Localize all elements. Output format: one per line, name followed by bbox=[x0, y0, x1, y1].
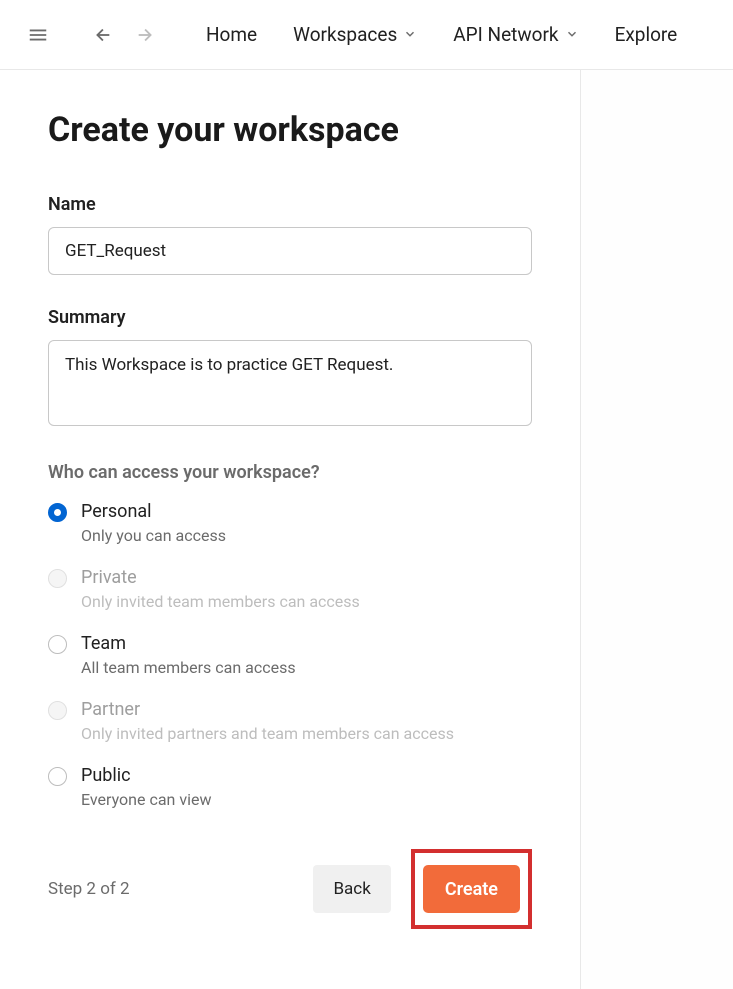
main-content: Create your workspace Name Summary Who c… bbox=[0, 70, 580, 989]
chevron-down-icon bbox=[403, 23, 417, 46]
radio-desc: Only invited partners and team members c… bbox=[81, 724, 454, 743]
nav-api-network[interactable]: API Network bbox=[439, 15, 592, 54]
radio-desc: All team members can access bbox=[81, 658, 296, 677]
radio-title: Public bbox=[81, 765, 211, 786]
radio-title: Personal bbox=[81, 501, 226, 522]
radio-desc: Only you can access bbox=[81, 526, 226, 545]
radio-icon bbox=[48, 701, 67, 720]
nav-home-label: Home bbox=[206, 23, 257, 46]
access-radio-group: Personal Only you can access Private Onl… bbox=[48, 501, 532, 809]
top-navigation: Home Workspaces API Network Explore bbox=[0, 0, 733, 70]
forward-arrow-icon[interactable] bbox=[128, 17, 164, 53]
radio-icon bbox=[48, 767, 67, 786]
radio-title: Partner bbox=[81, 699, 454, 720]
back-arrow-icon[interactable] bbox=[84, 17, 120, 53]
radio-title: Team bbox=[81, 633, 296, 654]
nav-explore-label: Explore bbox=[615, 23, 678, 46]
step-indicator: Step 2 of 2 bbox=[48, 879, 130, 899]
access-option-team[interactable]: Team All team members can access bbox=[48, 633, 532, 677]
radio-icon bbox=[48, 635, 67, 654]
create-highlight-frame: Create bbox=[411, 849, 532, 929]
summary-field: Summary bbox=[48, 307, 532, 430]
nav-workspaces-label: Workspaces bbox=[293, 23, 397, 46]
access-section-label: Who can access your workspace? bbox=[48, 462, 532, 483]
radio-texts: Public Everyone can view bbox=[81, 765, 211, 809]
access-option-public[interactable]: Public Everyone can view bbox=[48, 765, 532, 809]
radio-texts: Personal Only you can access bbox=[81, 501, 226, 545]
name-input[interactable] bbox=[48, 227, 532, 275]
radio-desc: Only invited team members can access bbox=[81, 592, 360, 611]
name-field: Name bbox=[48, 194, 532, 275]
radio-desc: Everyone can view bbox=[81, 790, 211, 809]
nav-workspaces[interactable]: Workspaces bbox=[279, 15, 431, 54]
radio-title: Private bbox=[81, 567, 360, 588]
summary-label: Summary bbox=[48, 307, 532, 328]
access-option-personal[interactable]: Personal Only you can access bbox=[48, 501, 532, 545]
nav-home[interactable]: Home bbox=[192, 15, 271, 54]
menu-icon[interactable] bbox=[20, 17, 56, 53]
access-option-partner[interactable]: Partner Only invited partners and team m… bbox=[48, 699, 532, 743]
radio-texts: Team All team members can access bbox=[81, 633, 296, 677]
back-button[interactable]: Back bbox=[313, 865, 390, 913]
nav-explore[interactable]: Explore bbox=[601, 15, 692, 54]
radio-texts: Partner Only invited partners and team m… bbox=[81, 699, 454, 743]
summary-input[interactable] bbox=[48, 340, 532, 426]
radio-texts: Private Only invited team members can ac… bbox=[81, 567, 360, 611]
right-side-panel bbox=[580, 70, 733, 989]
access-option-private[interactable]: Private Only invited team members can ac… bbox=[48, 567, 532, 611]
page-title: Create your workspace bbox=[48, 110, 532, 150]
nav-api-network-label: API Network bbox=[453, 23, 558, 46]
create-button[interactable]: Create bbox=[423, 865, 520, 913]
footer-buttons: Back Create bbox=[313, 849, 532, 929]
chevron-down-icon bbox=[565, 23, 579, 46]
radio-icon bbox=[48, 503, 67, 522]
form-footer: Step 2 of 2 Back Create bbox=[48, 849, 532, 929]
radio-icon bbox=[48, 569, 67, 588]
name-label: Name bbox=[48, 194, 532, 215]
